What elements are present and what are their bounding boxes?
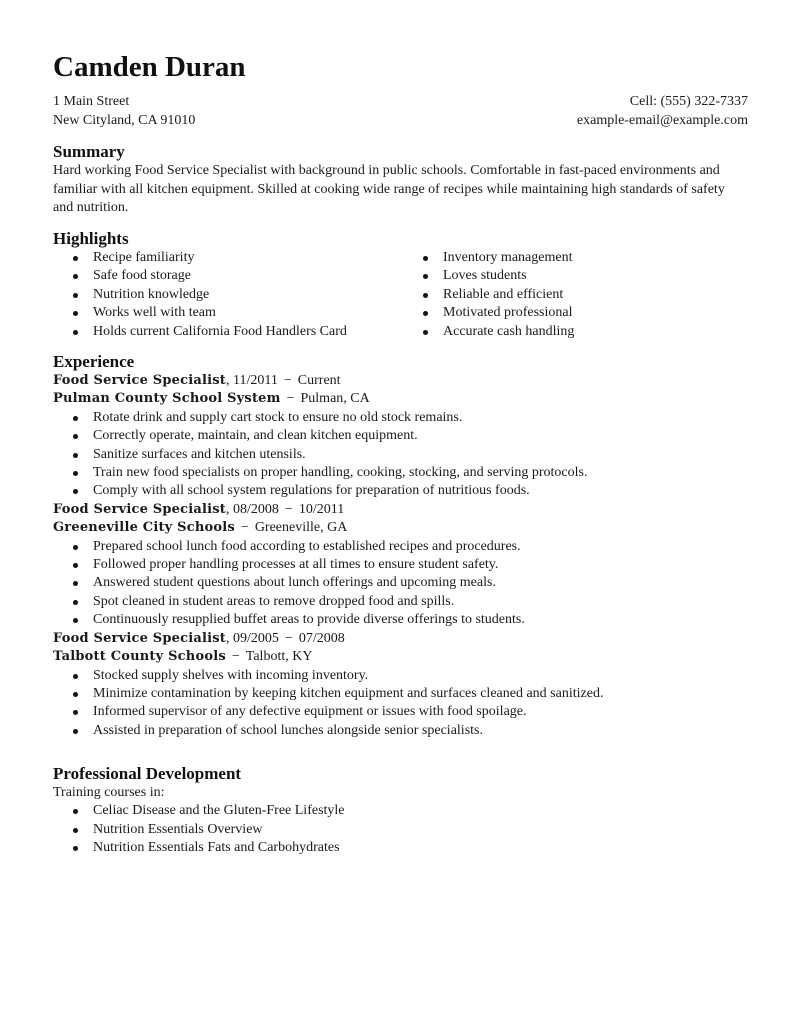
job-duty: Spot cleaned in student areas to remove … [53,593,748,611]
highlights-heading: Highlights [53,229,129,248]
job-duty: Train new food specialists on proper han… [53,464,748,482]
candidate-name: Camden Duran [53,51,246,83]
summary-heading: Summary [53,142,125,161]
contact-block: Cell: (555) 322-7337 example-email@examp… [577,92,748,130]
job-duty: Assisted in preparation of school lunche… [53,722,748,740]
highlight-item: Nutrition knowledge [53,286,403,304]
job-end-date: Current [297,373,341,388]
address-line-1: 1 Main Street [53,94,130,109]
highlight-item: Accurate cash handling [403,323,574,341]
training-courses-list: Celiac Disease and the Gluten-Free Lifes… [53,802,748,857]
experience-heading: Experience [53,352,135,371]
summary-text: Hard working Food Service Specialist wit… [53,163,725,215]
job-duty: Rotate drink and supply cart stock to en… [53,409,748,427]
location-separator: − [240,520,249,536]
job-start-date: 08/2008 [233,501,279,517]
highlight-item: Holds current California Food Handlers C… [53,323,403,341]
highlights-section: Highlights Recipe familiarity Safe food … [53,229,748,341]
employer-location: Pulman, CA [300,391,370,407]
job-title-line: Food Service Specialist, 08/2008−10/2011 [53,501,748,519]
employer-location: Greeneville, GA [254,520,348,536]
location-separator: − [286,391,295,407]
job-start-date: 09/2005 [233,630,279,646]
job-entry: Food Service Specialist, 11/2011− Current… [53,372,748,501]
highlights-left-list: Recipe familiarity Safe food storage Nut… [53,249,403,341]
professional-development-heading: Professional Development [53,764,242,783]
highlights-right-list: Inventory management Loves students Reli… [403,249,574,341]
highlight-item: Loves students [403,267,574,285]
employer-name: Greeneville City Schools [53,520,235,536]
highlight-item: Reliable and efficient [403,286,574,304]
job-title-line: Food Service Specialist, 11/2011− Current [53,372,748,390]
training-course: Nutrition Essentials Overview [53,821,748,839]
job-end-date: 07/2008 [298,630,345,646]
employer-line: Pulman County School System − Pulman, CA [53,390,748,408]
address-line-2: New Cityland, CA 91010 [53,113,196,128]
address-block: 1 Main Street New Cityland, CA 91010 [53,92,195,130]
employer-line: Talbott County Schools − Talbott, KY [53,648,748,666]
job-title: Food Service Specialist [53,501,227,517]
highlight-item: Safe food storage [53,267,403,285]
job-title: Food Service Specialist [53,373,227,388]
job-duties-list: Rotate drink and supply cart stock to en… [53,409,748,501]
job-duty: Continuously resupplied buffet areas to … [53,611,748,629]
job-duty: Correctly operate, maintain, and clean k… [53,427,748,445]
professional-development-section: Professional Development Training course… [53,764,748,858]
highlights-columns: Recipe familiarity Safe food storage Nut… [53,249,748,341]
highlight-item: Recipe familiarity [53,249,403,267]
highlight-item: Works well with team [53,304,403,322]
training-course: Nutrition Essentials Fats and Carbohydra… [53,839,748,857]
job-duty: Informed supervisor of any defective equ… [53,703,748,721]
training-intro: Training courses in: [53,785,165,800]
experience-section: Experience Food Service Specialist, 11/2… [53,352,748,740]
date-separator: − [283,373,292,388]
job-duty: Prepared school lunch food according to … [53,538,748,556]
summary-section: Summary Hard working Food Service Specia… [53,142,748,218]
employer-location: Talbott, KY [245,649,313,665]
highlight-item: Inventory management [403,249,574,267]
employer-name: Talbott County Schools [53,649,226,665]
employer-name: Pulman County School System [53,391,281,407]
date-separator: − [284,501,293,517]
job-duties-list: Prepared school lunch food according to … [53,538,748,630]
job-title: Food Service Specialist [53,630,227,646]
date-separator: − [284,630,293,646]
location-separator: − [231,649,240,665]
job-start-date: 11/2011 [233,373,278,388]
job-duty: Followed proper handling processes at al… [53,556,748,574]
job-duty: Comply with all school system regulation… [53,482,748,500]
training-course: Celiac Disease and the Gluten-Free Lifes… [53,802,748,820]
job-duties-list: Stocked supply shelves with incoming inv… [53,667,748,741]
employer-line: Greeneville City Schools − Greeneville, GA [53,519,748,537]
job-duty: Minimize contamination by keeping kitche… [53,685,748,703]
job-duty: Answered student questions about lunch o… [53,574,748,592]
phone-number: Cell: (555) 322-7337 [629,94,748,109]
highlight-item: Motivated professional [403,304,574,322]
job-entry: Food Service Specialist, 08/2008−10/2011… [53,501,748,630]
job-end-date: 10/2011 [298,501,345,517]
job-duty: Sanitize surfaces and kitchen utensils. [53,446,748,464]
email-address: example-email@example.com [576,113,748,128]
job-entry: Food Service Specialist, 09/2005−07/2008… [53,630,748,740]
job-duty: Stocked supply shelves with incoming inv… [53,667,748,685]
job-title-line: Food Service Specialist, 09/2005−07/2008 [53,630,748,648]
